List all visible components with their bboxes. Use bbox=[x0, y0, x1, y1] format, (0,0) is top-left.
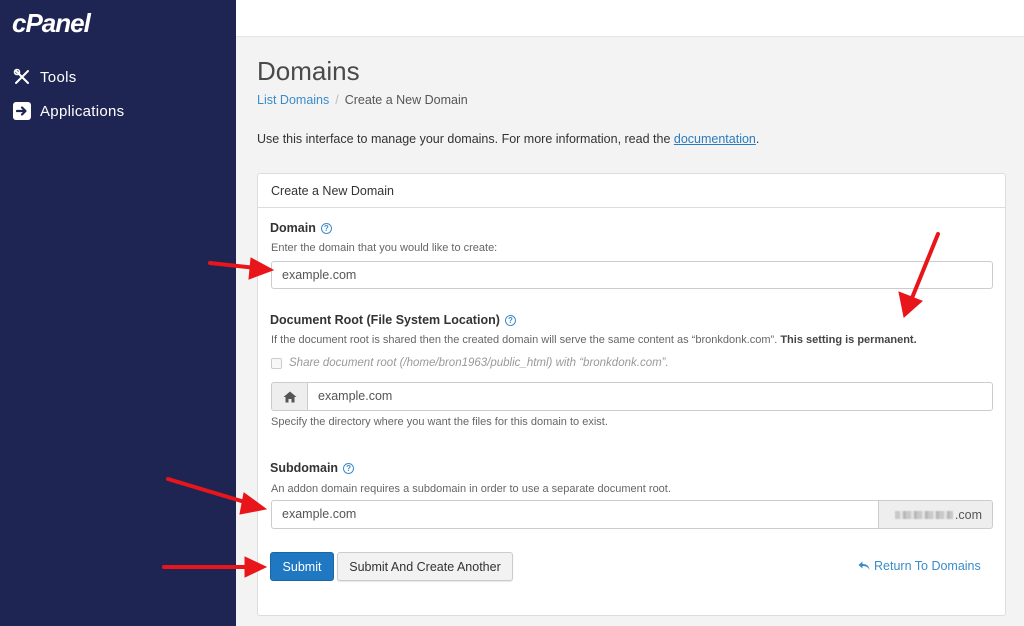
help-icon[interactable]: ? bbox=[343, 462, 355, 474]
breadcrumb-link-list-domains[interactable]: List Domains bbox=[257, 93, 329, 107]
subdomain-label-text: Subdomain bbox=[270, 461, 339, 475]
top-bar bbox=[236, 0, 1024, 37]
help-icon[interactable]: ? bbox=[504, 314, 516, 326]
domain-label: Domain ? bbox=[270, 221, 332, 235]
subdomain-suffix: .com bbox=[878, 500, 993, 529]
breadcrumb-separator: / bbox=[335, 93, 339, 107]
domain-input[interactable]: example.com bbox=[271, 261, 993, 289]
return-to-domains-link[interactable]: Return To Domains bbox=[858, 559, 981, 573]
intro-suffix: . bbox=[755, 132, 760, 146]
sidebar-item-label: Tools bbox=[40, 68, 77, 86]
cpanel-logo[interactable]: cPanel bbox=[12, 8, 91, 39]
redacted-domain bbox=[894, 510, 953, 519]
submit-button[interactable]: Submit bbox=[270, 552, 334, 581]
share-docroot-row: Share document root (/home/bron1963/publ… bbox=[271, 357, 669, 369]
subdomain-label: Subdomain ? bbox=[270, 461, 355, 475]
docroot-label: Document Root (File System Location) ? bbox=[270, 313, 516, 327]
intro-text: Use this interface to manage your domain… bbox=[257, 132, 759, 146]
docroot-input[interactable]: example.com bbox=[307, 382, 993, 411]
sidebar-item-applications[interactable]: Applications bbox=[12, 101, 124, 121]
docroot-hint: If the document root is shared then the … bbox=[271, 334, 917, 346]
intro-prefix: Use this interface to manage your domain… bbox=[257, 132, 674, 146]
docroot-hint-permanent: This setting is permanent. bbox=[780, 334, 917, 346]
page-title: Domains bbox=[257, 56, 360, 86]
share-docroot-label: Share document root (/home/bron1963/publ… bbox=[289, 357, 669, 369]
docroot-hint-text: If the document root is shared then the … bbox=[271, 334, 778, 346]
panel-heading: Create a New Domain bbox=[258, 174, 1005, 208]
docroot-help-text: Specify the directory where you want the… bbox=[271, 416, 608, 428]
subdomain-input[interactable]: example.com bbox=[271, 500, 878, 529]
sidebar-item-label: Applications bbox=[40, 102, 125, 120]
domain-label-text: Domain bbox=[270, 221, 316, 235]
share-docroot-checkbox[interactable] bbox=[271, 357, 282, 369]
submit-and-create-another-button[interactable]: Submit And Create Another bbox=[337, 552, 513, 581]
sidebar: cPanel Tools Applications bbox=[0, 0, 236, 626]
home-icon bbox=[271, 382, 307, 411]
docroot-label-text: Document Root (File System Location) bbox=[270, 313, 500, 327]
subdomain-input-group: example.com .com bbox=[271, 500, 993, 529]
breadcrumb-current: Create a New Domain bbox=[344, 93, 468, 107]
breadcrumb: List Domains / Create a New Domain bbox=[257, 93, 468, 107]
return-arrow-icon bbox=[858, 561, 870, 570]
sidebar-item-tools[interactable]: Tools bbox=[12, 67, 77, 87]
subdomain-suffix-text: .com bbox=[954, 507, 982, 522]
applications-icon bbox=[12, 101, 32, 121]
return-link-label: Return To Domains bbox=[874, 559, 981, 573]
tools-icon bbox=[12, 67, 32, 87]
subdomain-hint: An addon domain requires a subdomain in … bbox=[271, 483, 671, 495]
docroot-input-group: example.com bbox=[271, 382, 993, 411]
documentation-link[interactable]: documentation bbox=[674, 132, 756, 146]
help-icon[interactable]: ? bbox=[320, 222, 332, 234]
domain-hint: Enter the domain that you would like to … bbox=[271, 242, 498, 254]
